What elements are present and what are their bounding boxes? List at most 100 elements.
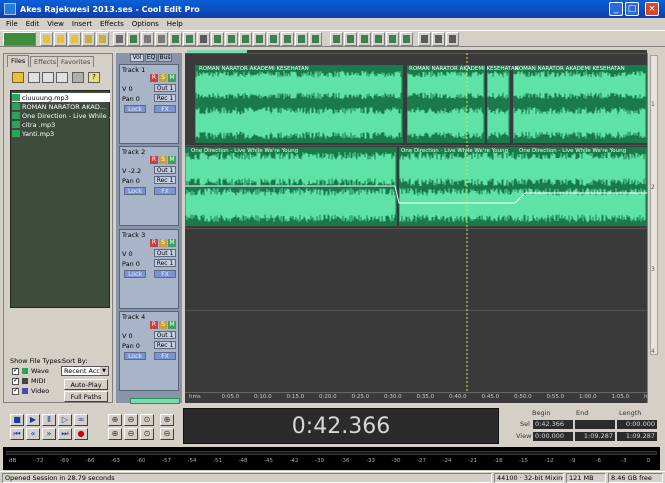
new-file-icon[interactable] — [40, 32, 53, 46]
track-name[interactable]: Track 4 — [122, 313, 145, 321]
record-input-button[interactable]: Rec 1 — [154, 94, 176, 102]
close-file-icon[interactable] — [28, 72, 40, 83]
maximize-button[interactable]: □ — [625, 2, 639, 16]
view-length-field[interactable]: 1:09.287 — [617, 432, 657, 441]
video-checkbox[interactable] — [12, 386, 19, 395]
solo-button[interactable]: S — [159, 239, 167, 247]
rewind-icon[interactable]: « — [26, 428, 40, 440]
sort-by-select[interactable]: Recent Acc ▼ — [61, 366, 109, 376]
waveform-canvas[interactable] — [185, 53, 647, 403]
minimize-button[interactable]: _ — [609, 2, 623, 16]
record-input-button[interactable]: Rec 1 — [154, 341, 176, 349]
record-input-button[interactable]: Rec 1 — [154, 259, 176, 267]
bpm-icon[interactable] — [372, 32, 385, 46]
save-all-icon[interactable] — [96, 32, 109, 46]
view-begin-field[interactable]: 0:00.000 — [533, 432, 573, 441]
tab-bus[interactable]: Bus — [158, 54, 172, 62]
loop-icon[interactable]: ∞ — [74, 414, 88, 426]
auto-play-button[interactable]: Auto-Play — [64, 379, 108, 390]
fx-button[interactable]: FX — [154, 352, 176, 360]
pan-value[interactable]: Pan 0 — [122, 177, 140, 185]
record-arm-button[interactable]: R — [150, 156, 158, 164]
track-name[interactable]: Track 1 — [122, 66, 145, 74]
tool-4-icon[interactable] — [183, 32, 196, 46]
list-item[interactable]: Yanti.mp3 — [12, 129, 110, 138]
tab-effects[interactable]: Effects — [30, 56, 61, 67]
close-button[interactable]: × — [645, 2, 659, 16]
tool-18-icon[interactable] — [386, 32, 399, 46]
help-icon[interactable]: ? — [88, 72, 100, 83]
tool-22-icon[interactable] — [446, 32, 459, 46]
tool-20-icon[interactable] — [418, 32, 431, 46]
list-item[interactable]: ciuuuung.mp3 — [12, 93, 110, 102]
tool-19-icon[interactable] — [400, 32, 413, 46]
record-arm-button[interactable]: R — [150, 74, 158, 82]
solo-button[interactable]: S — [159, 74, 167, 82]
record-input-button[interactable]: Rec 1 — [154, 176, 176, 184]
play-to-end-icon[interactable]: ▷ — [58, 414, 72, 426]
multitrack-view[interactable]: ROMAN NARATOR AKADEMI KESEHATAN ROMAN NA… — [185, 53, 656, 403]
insert-icon[interactable] — [42, 72, 54, 83]
record-icon[interactable]: ● — [74, 428, 88, 440]
tool-13-icon[interactable] — [309, 32, 322, 46]
output-button[interactable]: Out 1 — [154, 249, 176, 257]
sel-end-field[interactable] — [575, 420, 615, 429]
volume-value[interactable]: V 0 — [122, 85, 133, 93]
file-list[interactable]: ciuuuung.mp3 ROMAN NARATOR AKAD... One D… — [10, 90, 110, 308]
open-session-icon[interactable] — [68, 32, 81, 46]
tool-7-icon[interactable] — [225, 32, 238, 46]
tool-5-icon[interactable] — [197, 32, 210, 46]
menu-view[interactable]: View — [43, 20, 68, 28]
mute-button[interactable]: M — [168, 74, 176, 82]
edit-icon[interactable] — [56, 72, 68, 83]
fx-button[interactable]: FX — [154, 187, 176, 195]
pan-value[interactable]: Pan 0 — [122, 342, 140, 350]
output-button[interactable]: Out 1 — [154, 84, 176, 92]
go-to-start-icon[interactable]: ⏮ — [10, 428, 24, 440]
solo-button[interactable]: S — [159, 156, 167, 164]
pan-value[interactable]: Pan 0 — [122, 95, 140, 103]
menu-effects[interactable]: Effects — [96, 20, 128, 28]
play-preview-icon[interactable] — [72, 72, 84, 83]
zoom-in-horizontal-icon[interactable]: ⊕ — [108, 414, 122, 426]
track-name[interactable]: Track 2 — [122, 148, 145, 156]
list-item[interactable]: ROMAN NARATOR AKAD... — [12, 102, 110, 111]
menu-edit[interactable]: Edit — [22, 20, 44, 28]
play-icon[interactable]: ▶ — [26, 414, 40, 426]
zoom-right-icon[interactable]: ⊖ — [124, 428, 138, 440]
tool-10-icon[interactable] — [267, 32, 280, 46]
zoom-selection-icon[interactable]: ⊙ — [140, 428, 154, 440]
zoom-in-vertical-icon[interactable]: ⊕ — [160, 414, 174, 426]
open-file-icon[interactable] — [54, 32, 67, 46]
volume-value[interactable]: V 0 — [122, 250, 133, 258]
tool-12-icon[interactable] — [295, 32, 308, 46]
zoom-out-horizontal-icon[interactable]: ⊖ — [124, 414, 138, 426]
menu-insert[interactable]: Insert — [68, 20, 96, 28]
pause-icon[interactable]: Ⅱ — [42, 414, 56, 426]
mute-button[interactable]: M — [168, 156, 176, 164]
list-item[interactable]: One Direction - Live While ... — [12, 111, 110, 120]
time-ruler[interactable]: hms 0:05.0 0:10.0 0:15.0 0:20.0 0:25.0 0:30.0 0… — [185, 392, 656, 403]
lock-button[interactable]: Lock — [124, 352, 146, 360]
tool-9-icon[interactable] — [253, 32, 266, 46]
zoom-scrollbar[interactable] — [130, 398, 180, 404]
tab-files[interactable]: Files — [7, 55, 30, 67]
tool-3-icon[interactable] — [169, 32, 182, 46]
scroll-thumb[interactable] — [650, 55, 658, 355]
save-icon[interactable] — [82, 32, 95, 46]
lock-button[interactable]: Lock — [124, 187, 146, 195]
open-folder-icon[interactable] — [12, 72, 24, 83]
menu-options[interactable]: Options — [128, 20, 163, 28]
wave-checkbox[interactable] — [12, 366, 19, 375]
go-to-end-icon[interactable]: ⏭ — [58, 428, 72, 440]
view-end-field[interactable]: 1:09.287 — [575, 432, 615, 441]
fast-forward-icon[interactable]: » — [42, 428, 56, 440]
sel-begin-field[interactable]: 0:42.366 — [533, 420, 573, 429]
fx-button[interactable]: FX — [154, 105, 176, 113]
volume-value[interactable]: V 0 — [122, 332, 133, 340]
edit-view-toggle-icon[interactable] — [3, 32, 36, 46]
undo-icon[interactable] — [113, 32, 126, 46]
menu-file[interactable]: File — [2, 20, 22, 28]
fx-button[interactable]: FX — [154, 270, 176, 278]
zoom-left-icon[interactable]: ⊕ — [108, 428, 122, 440]
